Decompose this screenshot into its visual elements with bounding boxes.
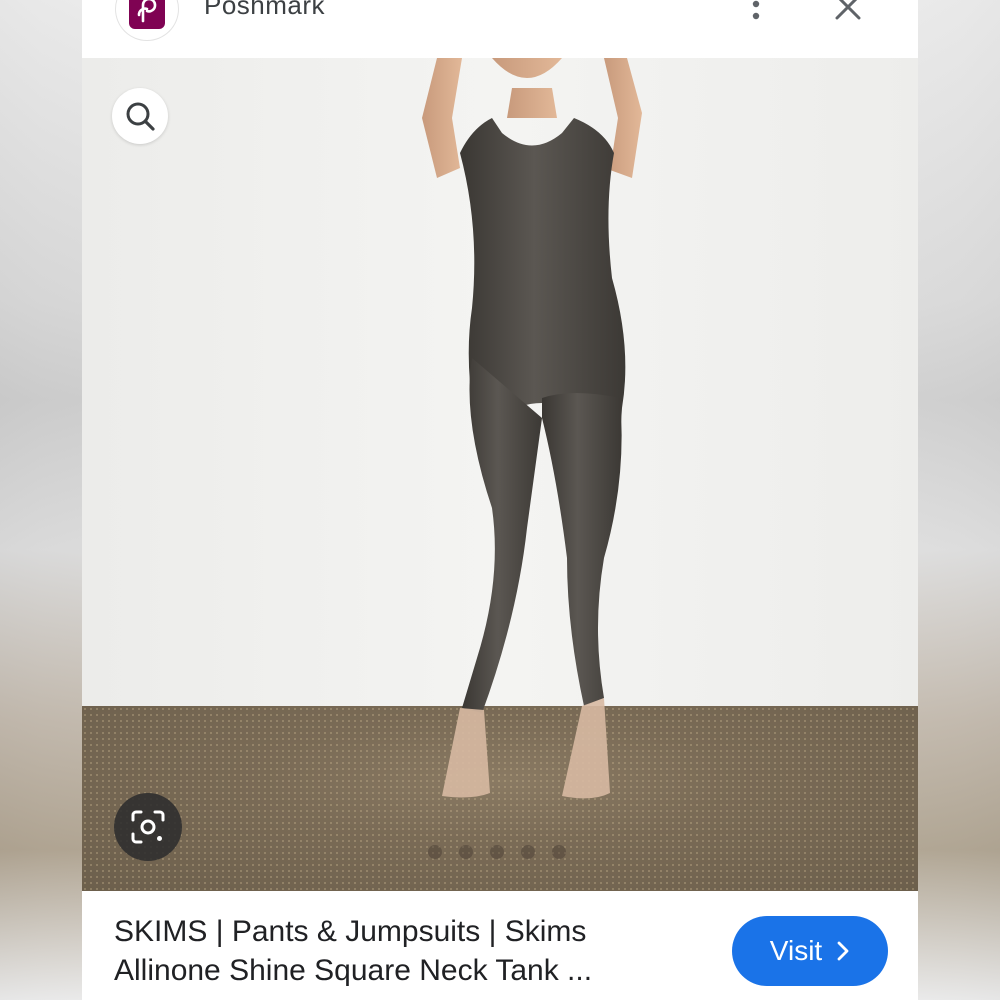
carousel-dot[interactable] — [521, 845, 535, 859]
carousel-dot[interactable] — [459, 845, 473, 859]
close-icon — [835, 0, 861, 20]
poshmark-logo-icon — [129, 0, 165, 29]
result-title-line-2: Allinone Shine Square Neck Tank ... — [114, 954, 593, 987]
site-favicon[interactable] — [116, 0, 178, 40]
carousel-indicator[interactable] — [428, 845, 566, 859]
chevron-right-icon — [837, 941, 849, 961]
google-lens-icon — [131, 810, 165, 844]
background-blur-left — [0, 0, 82, 1000]
close-button[interactable] — [830, 0, 866, 30]
background-blur-right — [918, 0, 1000, 1000]
carousel-dot[interactable] — [428, 845, 442, 859]
lens-camera-button[interactable] — [114, 793, 182, 861]
card-header: Poshmark — [82, 0, 918, 58]
site-name[interactable]: Poshmark — [204, 0, 325, 21]
more-vert-icon — [752, 0, 760, 20]
carousel-dot[interactable] — [490, 845, 504, 859]
lens-search-button[interactable] — [112, 88, 168, 144]
model-photo — [422, 58, 642, 799]
product-image[interactable] — [82, 58, 918, 891]
result-title-line-1: SKIMS | Pants & Jumpsuits | Skims — [114, 915, 587, 948]
visit-button-label: Visit — [769, 935, 823, 966]
more-options-button[interactable] — [738, 0, 774, 32]
search-icon — [126, 102, 155, 131]
result-title[interactable]: SKIMS | Pants & Jumpsuits | Skims Allino… — [114, 912, 674, 990]
result-card: Poshmark SKIMS | Pants & Jumpsuits | Ski… — [82, 0, 918, 1000]
visit-button[interactable]: Visit — [732, 916, 888, 986]
carousel-dot[interactable] — [552, 845, 566, 859]
